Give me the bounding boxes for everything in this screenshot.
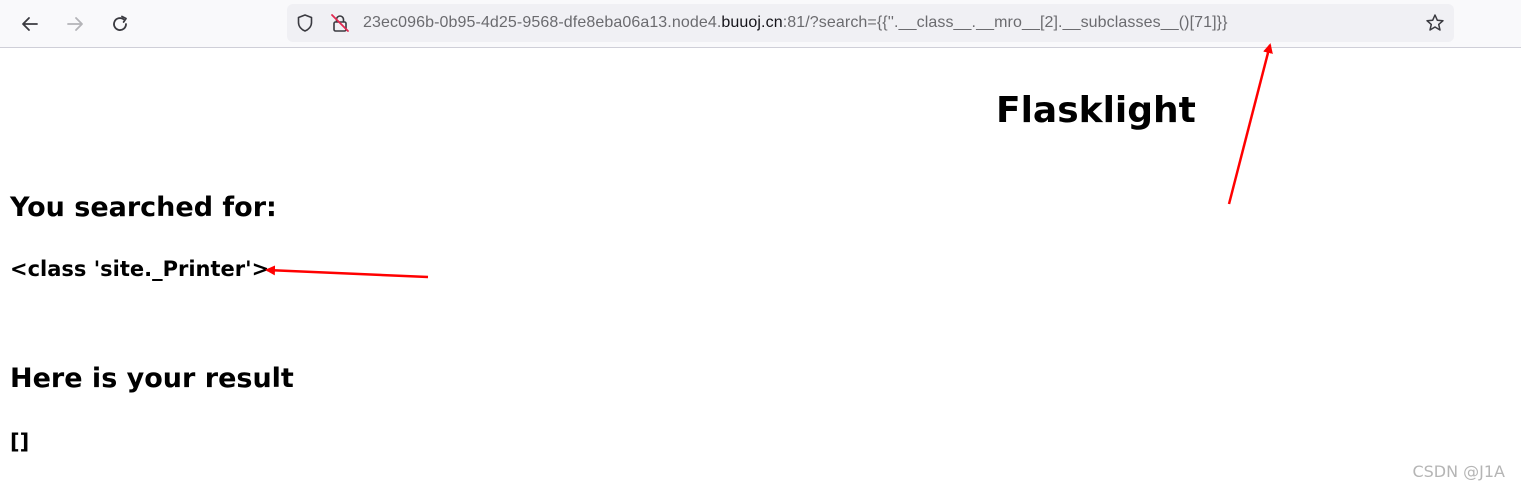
page-title: Flasklight [996, 90, 1196, 131]
result-heading: Here is your result [10, 363, 294, 394]
annotation-arrow-result [265, 265, 429, 279]
searched-value: <class 'site._Printer'> [10, 257, 270, 281]
result-value: [] [10, 430, 30, 454]
annotation-arrow-url [1227, 43, 1273, 205]
back-arrow-icon [22, 17, 38, 31]
watermark: CSDN @J1A [1412, 462, 1505, 481]
forward-arrow-icon [67, 17, 83, 31]
reload-icon [113, 15, 127, 31]
url-bar[interactable]: 23ec096b-0b95-4d25-9568-dfe8eba06a13.nod… [287, 4, 1454, 42]
back-button[interactable] [15, 9, 45, 39]
forward-button[interactable] [60, 9, 90, 39]
annotation-overlay [265, 43, 1273, 279]
url-suffix: :81/?search={{''.__class__.__mro__[2].__… [782, 14, 1228, 31]
shield-icon[interactable] [295, 13, 315, 33]
browser-toolbar: 23ec096b-0b95-4d25-9568-dfe8eba06a13.nod… [0, 0, 1521, 48]
url-host: buuoj.cn [721, 14, 783, 31]
searched-heading: You searched for: [10, 192, 277, 223]
insecure-lock-icon[interactable] [330, 13, 350, 33]
url-text[interactable]: 23ec096b-0b95-4d25-9568-dfe8eba06a13.nod… [363, 14, 1228, 32]
reload-button[interactable] [105, 9, 135, 39]
url-prefix: 23ec096b-0b95-4d25-9568-dfe8eba06a13.nod… [363, 14, 722, 31]
star-icon[interactable] [1425, 13, 1445, 33]
